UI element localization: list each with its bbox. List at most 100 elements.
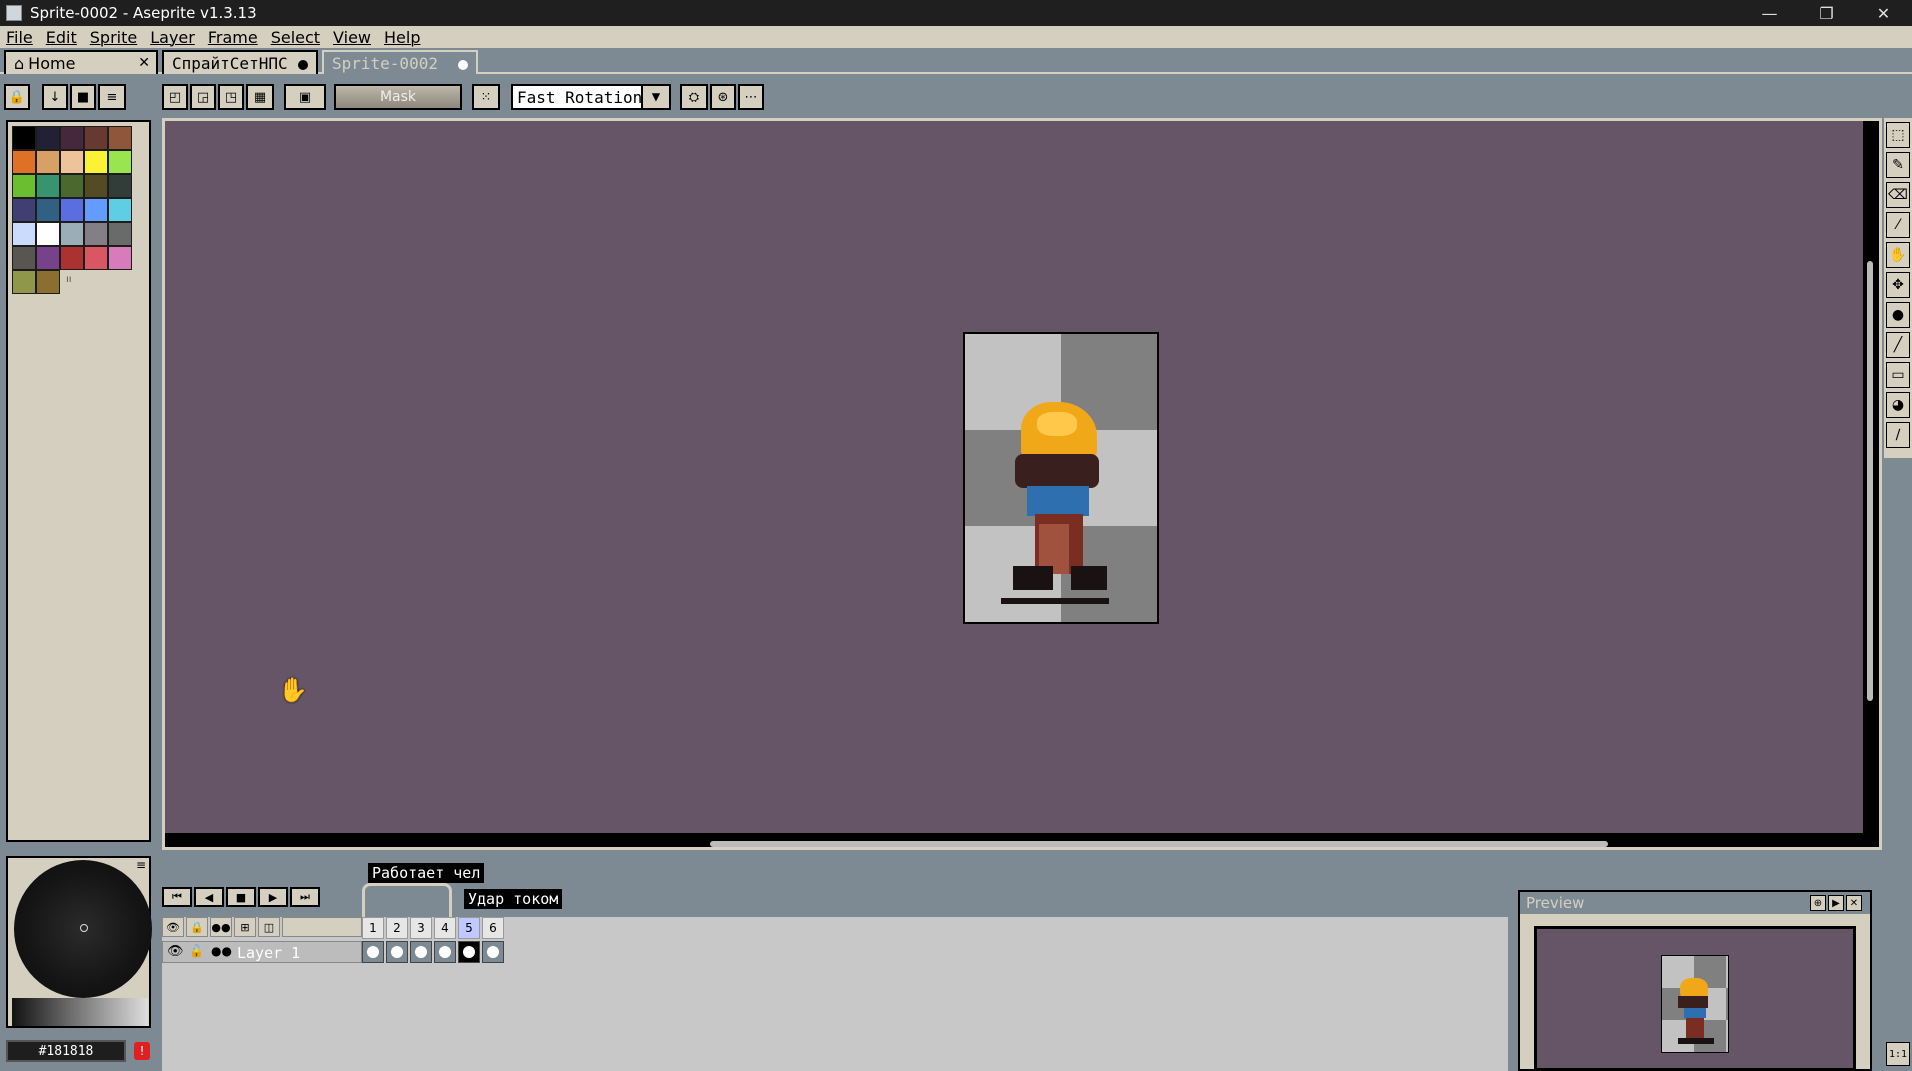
continuous-icon[interactable]: ●● xyxy=(210,917,232,937)
cel-current[interactable] xyxy=(458,941,480,963)
layer-name[interactable]: Layer 1 xyxy=(237,944,300,962)
frame-number[interactable]: 6 xyxy=(482,917,504,939)
palette-swatch[interactable] xyxy=(108,222,132,246)
frame-number[interactable]: 4 xyxy=(434,917,456,939)
eye-icon[interactable]: 👁 xyxy=(167,944,184,959)
palette-resize-handle-icon[interactable]: ıı xyxy=(66,274,72,285)
frame-number[interactable]: 1 xyxy=(362,917,384,939)
menu-view[interactable]: View xyxy=(327,28,378,47)
shade-bar[interactable] xyxy=(12,998,148,1026)
next-frame-icon[interactable]: ▶ xyxy=(258,887,288,907)
continuous-icon[interactable]: ●● xyxy=(211,944,232,958)
previous-frame-icon[interactable]: ◀ xyxy=(194,887,224,907)
tab-sprite-0002[interactable]: Sprite-0002 xyxy=(322,50,478,74)
palette-swatch[interactable] xyxy=(12,126,36,150)
palette-swatch[interactable] xyxy=(60,126,84,150)
eye-icon[interactable]: 👁 xyxy=(162,917,184,937)
palette-swatch[interactable] xyxy=(36,270,60,294)
warning-icon[interactable]: ! xyxy=(134,1042,150,1060)
palette-swatch[interactable] xyxy=(12,174,36,198)
mask-color-button[interactable]: Mask xyxy=(334,84,462,110)
lock-icon[interactable]: 🔒 xyxy=(186,917,208,937)
lock-icon[interactable]: 🔒 xyxy=(4,84,30,110)
palette-swatch[interactable] xyxy=(60,150,84,174)
menu-help[interactable]: Help xyxy=(378,28,427,47)
palette-swatch[interactable] xyxy=(12,246,36,270)
rectangular-marquee-icon[interactable]: ⬚ xyxy=(1886,122,1910,148)
palette-swatch[interactable] xyxy=(36,198,60,222)
menu-edit[interactable]: Edit xyxy=(40,28,84,47)
eraser-icon[interactable]: ⌫ xyxy=(1886,182,1910,208)
menu-frame[interactable]: Frame xyxy=(202,28,265,47)
move-icon[interactable]: ✥ xyxy=(1886,272,1910,298)
palette-swatch[interactable] xyxy=(84,126,108,150)
palette-swatch[interactable] xyxy=(84,198,108,222)
rectangle-icon[interactable]: ▭ xyxy=(1886,362,1910,388)
foreground-color-hex[interactable]: #181818 xyxy=(6,1040,126,1062)
palette-swatch[interactable] xyxy=(12,222,36,246)
selection-replace-icon[interactable]: ◰ xyxy=(162,84,188,110)
palette-swatch[interactable] xyxy=(60,222,84,246)
contour-icon[interactable]: ◕ xyxy=(1886,392,1910,418)
menu-file[interactable]: File xyxy=(0,28,40,47)
pencil-icon[interactable]: ✎ xyxy=(1886,152,1910,178)
cel[interactable] xyxy=(434,941,456,963)
drop-pixels-icon[interactable]: ⛭ xyxy=(680,84,708,110)
palette-swatch[interactable] xyxy=(108,246,132,270)
save-palette-icon[interactable]: ■ xyxy=(70,84,96,110)
selection-subtract-icon[interactable]: ◳ xyxy=(218,84,244,110)
menu-select[interactable]: Select xyxy=(265,28,327,47)
cel[interactable] xyxy=(386,941,408,963)
palette-swatch[interactable] xyxy=(36,246,60,270)
pivot-icon[interactable]: ⁙ xyxy=(472,84,500,110)
paint-bucket-icon[interactable]: ● xyxy=(1886,302,1910,328)
sprite-canvas[interactable] xyxy=(963,332,1159,624)
restore-button[interactable]: ❐ xyxy=(1798,0,1855,26)
palette-swatch[interactable] xyxy=(108,150,132,174)
preview-center-icon[interactable]: ⊕ xyxy=(1810,895,1826,911)
color-wheel-pointer[interactable] xyxy=(80,924,88,932)
close-window-button[interactable]: ✕ xyxy=(1855,0,1912,26)
palette-swatch[interactable] xyxy=(60,246,84,270)
frame-number[interactable]: 2 xyxy=(386,917,408,939)
palette-swatch[interactable] xyxy=(36,174,60,198)
palette-swatch[interactable] xyxy=(12,270,36,294)
palette-swatch[interactable] xyxy=(84,222,108,246)
preview-play-icon[interactable]: ▶ xyxy=(1828,895,1844,911)
eyedropper-icon[interactable]: ⁄ xyxy=(1886,212,1910,238)
transform-options-icon[interactable]: ⊛ xyxy=(710,84,736,110)
palette-swatch[interactable] xyxy=(84,150,108,174)
tab-home[interactable]: ⌂ Home ✕ xyxy=(4,50,158,74)
layer-row[interactable]: 👁 🔓 ●● Layer 1 xyxy=(162,941,362,963)
vertical-scrollbar[interactable] xyxy=(1867,261,1873,701)
cel[interactable] xyxy=(482,941,504,963)
palette-swatch[interactable] xyxy=(108,174,132,198)
more-options-icon[interactable]: ⋯ xyxy=(738,84,764,110)
menu-sprite[interactable]: Sprite xyxy=(84,28,144,47)
tag-label-udar[interactable]: Удар током xyxy=(464,889,563,909)
palette-menu-icon[interactable]: ≡ xyxy=(98,84,126,110)
horizontal-scrollbar[interactable] xyxy=(710,841,1608,847)
last-frame-icon[interactable]: ⏭ xyxy=(290,887,320,907)
close-icon[interactable]: ✕ xyxy=(1846,895,1862,911)
palette-swatch[interactable] xyxy=(12,198,36,222)
play-icon[interactable]: ■ xyxy=(226,887,256,907)
blur-icon[interactable]: ∕ xyxy=(1886,422,1910,448)
chevron-down-icon[interactable]: ▼ xyxy=(641,84,671,110)
color-wheel-menu-icon[interactable]: ≡ xyxy=(136,858,146,872)
color-wheel[interactable] xyxy=(14,860,152,998)
palette-swatch[interactable] xyxy=(36,150,60,174)
layer-group-icon[interactable]: ⊞ xyxy=(234,917,256,937)
palette-swatch[interactable] xyxy=(12,150,36,174)
unlock-icon[interactable]: 🔓 xyxy=(189,944,204,958)
onion-skin-icon[interactable]: ◫ xyxy=(258,917,280,937)
tag-label-rabotaet[interactable]: Работает чел xyxy=(368,863,485,883)
palette-swatch[interactable] xyxy=(36,126,60,150)
frame-number[interactable]: 3 xyxy=(410,917,432,939)
transparent-color-icon[interactable]: ▣ xyxy=(284,84,326,110)
cel[interactable] xyxy=(362,941,384,963)
rotation-algorithm-select[interactable]: Fast Rotation ▼ xyxy=(511,84,671,110)
tab-spritesetnps[interactable]: СпрайтСетНПС xyxy=(162,50,318,74)
selection-intersect-icon[interactable]: ▦ xyxy=(246,84,274,110)
cel[interactable] xyxy=(410,941,432,963)
